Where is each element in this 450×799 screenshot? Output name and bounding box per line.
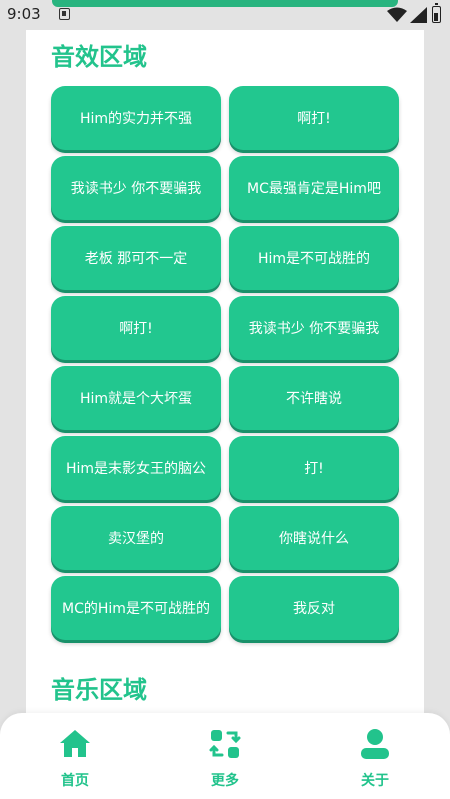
sound-button[interactable]: 我反对 [229,576,399,640]
nav-about-label: 关于 [361,773,389,789]
swap-grid-icon [209,730,241,758]
sound-button[interactable]: MC最强肯定是Him吧 [229,156,399,220]
sound-button[interactable]: Him是不可战胜的 [229,226,399,290]
wifi-icon [387,7,407,22]
sound-button[interactable]: 啊打! [51,296,221,360]
nav-home[interactable]: 首页 [35,727,115,793]
sound-button[interactable]: Him就是个大坏蛋 [51,366,221,430]
status-bar: 9:03 [0,0,450,30]
sound-button[interactable]: 老板 那可不一定 [51,226,221,290]
sound-button[interactable]: 啊打! [229,86,399,150]
bottom-navigation: 首页 更多 关于 [0,713,450,799]
sound-button[interactable]: 你瞎说什么 [229,506,399,570]
nav-more-label: 更多 [211,773,239,789]
sound-section-title: 音效区域 [51,43,147,71]
nav-home-label: 首页 [61,773,89,789]
sound-button[interactable]: 打! [229,436,399,500]
notification-icon [59,8,70,20]
user-icon [361,729,389,759]
signal-icon [410,7,427,23]
sound-button[interactable]: 我读书少 你不要骗我 [229,296,399,360]
nav-more[interactable]: 更多 [185,727,265,793]
sound-button[interactable]: MC的Him是不可战胜的 [51,576,221,640]
battery-icon [432,3,441,23]
nav-about[interactable]: 关于 [335,727,415,793]
sound-button[interactable]: Him的实力并不强 [51,86,221,150]
status-time: 9:03 [7,5,41,23]
sound-button-grid: Him的实力并不强 啊打! 我读书少 你不要骗我 MC最强肯定是Him吧 老板 … [51,86,399,640]
home-icon [60,730,90,757]
sound-button[interactable]: 不许瞎说 [229,366,399,430]
sound-button[interactable]: 我读书少 你不要骗我 [51,156,221,220]
sound-button[interactable]: 卖汉堡的 [51,506,221,570]
content-card: 音效区域 Him的实力并不强 啊打! 我读书少 你不要骗我 MC最强肯定是Him… [26,24,424,784]
sound-button[interactable]: Him是末影女王的脑公 [51,436,221,500]
top-notification-strip [52,0,398,7]
music-section-title: 音乐区域 [51,676,147,704]
